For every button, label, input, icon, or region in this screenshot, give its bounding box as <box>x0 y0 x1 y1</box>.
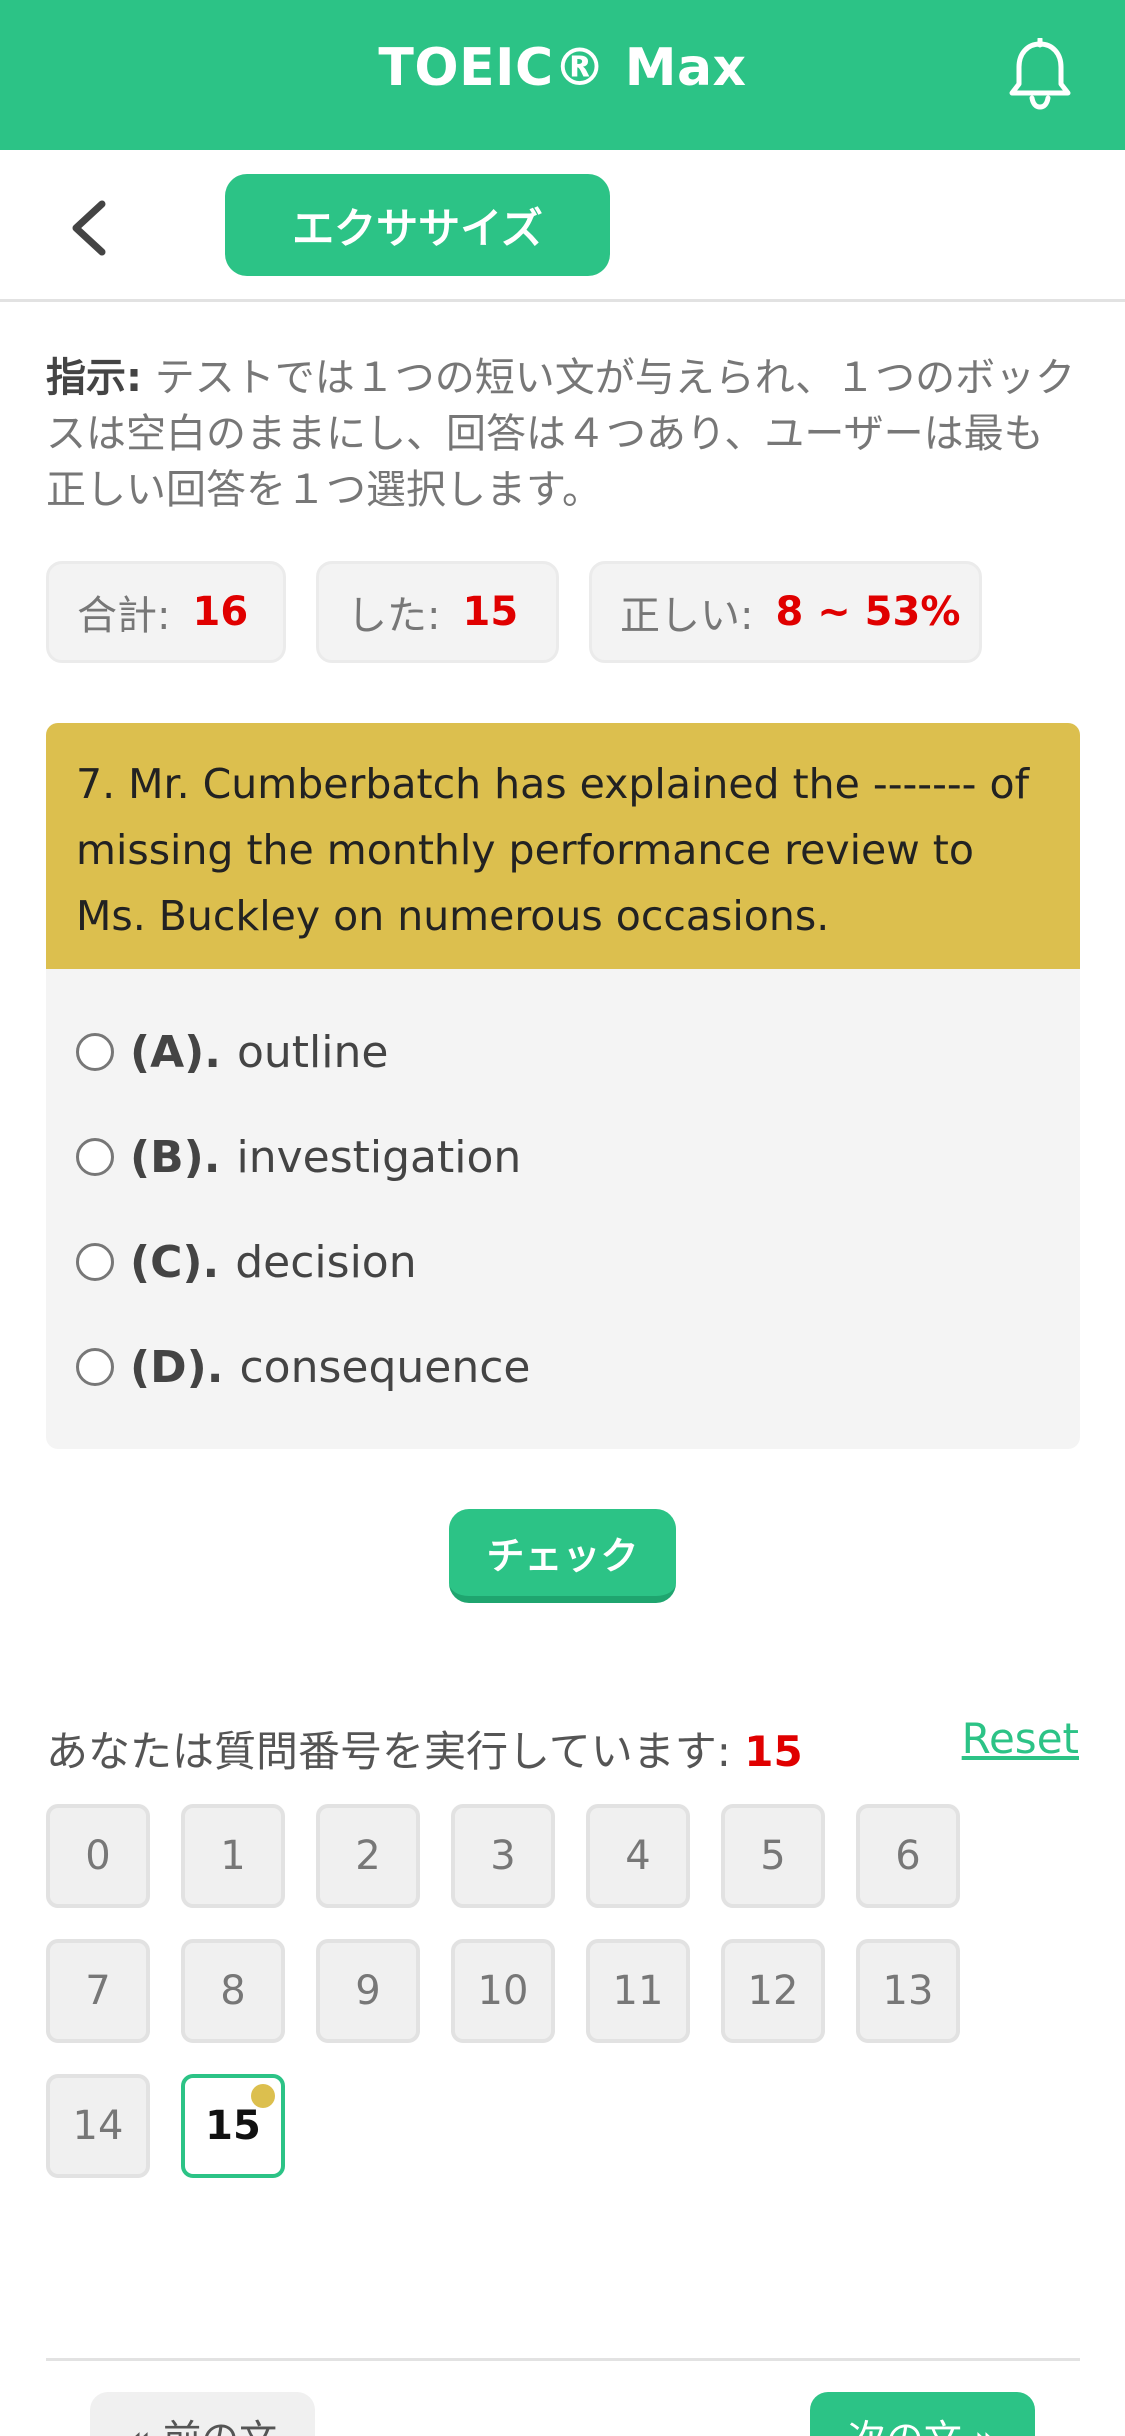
option-text: outline <box>237 1026 389 1078</box>
option-key: (A). <box>130 1026 221 1078</box>
option-text: decision <box>235 1236 417 1288</box>
question-number-button[interactable]: 1 <box>181 1804 285 1908</box>
question-number-button[interactable]: 9 <box>316 1939 420 2043</box>
option-text: consequence <box>239 1341 531 1393</box>
question-number-button[interactable]: 13 <box>856 1939 960 2043</box>
app-title: TOEIC® Max <box>378 38 747 98</box>
reset-link[interactable]: Reset <box>962 1714 1079 1763</box>
option-a[interactable]: (A). outline <box>76 1022 388 1082</box>
question-number-button-current[interactable]: 15 <box>181 2074 285 2178</box>
option-key: (B). <box>130 1131 221 1183</box>
question-card: 7. Mr. Cumberbatch has explained the ---… <box>46 723 1080 1449</box>
divider <box>46 2358 1080 2361</box>
radio-button[interactable] <box>76 1243 114 1281</box>
running-label: あなたは質問番号を実行しています: <box>46 1727 745 1776</box>
stat-correct: 正しい: 8 ~ 53% <box>589 561 982 663</box>
question-number-button[interactable]: 6 <box>856 1804 960 1908</box>
question-number-button[interactable]: 11 <box>586 1939 690 2043</box>
stat-done: した: 15 <box>316 561 559 663</box>
question-number-button[interactable]: 7 <box>46 1939 150 2043</box>
question-number-button[interactable]: 2 <box>316 1804 420 1908</box>
instructions: 指示: テストでは１つの短い文が与えられ、１つのボックスは空白のままにし、回答は… <box>46 350 1076 518</box>
question-number-button[interactable]: 14 <box>46 2074 150 2178</box>
stat-total-label: 合計: <box>77 593 171 639</box>
exercise-tab-button[interactable]: エクササイズ <box>225 174 610 276</box>
option-c[interactable]: (C). decision <box>76 1232 417 1292</box>
stat-correct-value: 8 ~ 53% <box>775 589 961 635</box>
next-sentence-button[interactable]: 次の文 » <box>810 2392 1035 2436</box>
previous-sentence-button[interactable]: « 前の文 <box>90 2392 315 2436</box>
bell-icon[interactable] <box>1005 38 1075 110</box>
radio-button[interactable] <box>76 1138 114 1176</box>
question-number-button[interactable]: 12 <box>721 1939 825 2043</box>
stat-done-label: した: <box>347 593 441 639</box>
question-number-button[interactable]: 5 <box>721 1804 825 1908</box>
stat-done-value: 15 <box>462 589 519 635</box>
stat-correct-label: 正しい: <box>620 593 754 639</box>
option-key: (D). <box>130 1341 224 1393</box>
current-indicator-dot <box>251 2084 275 2108</box>
running-number: 15 <box>744 1727 803 1776</box>
sub-navigation: エクササイズ <box>0 150 1125 302</box>
question-number-button[interactable]: 8 <box>181 1939 285 2043</box>
instructions-label: 指示: <box>46 355 142 401</box>
running-question-status: あなたは質問番号を実行しています: 15 <box>46 1718 803 1779</box>
question-number-label: 15 <box>205 2103 261 2149</box>
instructions-text: テストでは１つの短い文が与えられ、１つのボックスは空白のままにし、回答は４つあり… <box>46 355 1076 513</box>
option-d[interactable]: (D). consequence <box>76 1337 531 1397</box>
chevron-left-icon[interactable] <box>66 198 112 258</box>
question-number-button[interactable]: 3 <box>451 1804 555 1908</box>
question-number-button[interactable]: 10 <box>451 1939 555 2043</box>
option-key: (C). <box>130 1236 220 1288</box>
question-number-button[interactable]: 0 <box>46 1804 150 1908</box>
option-b[interactable]: (B). investigation <box>76 1127 521 1187</box>
radio-button[interactable] <box>76 1033 114 1071</box>
option-text: investigation <box>236 1131 522 1183</box>
radio-button[interactable] <box>76 1348 114 1386</box>
stat-total: 合計: 16 <box>46 561 286 663</box>
stat-total-value: 16 <box>192 589 249 635</box>
app-header: TOEIC® Max <box>0 0 1125 150</box>
question-number-button[interactable]: 4 <box>586 1804 690 1908</box>
check-button[interactable]: チェック <box>449 1509 676 1603</box>
question-text: 7. Mr. Cumberbatch has explained the ---… <box>46 723 1080 969</box>
